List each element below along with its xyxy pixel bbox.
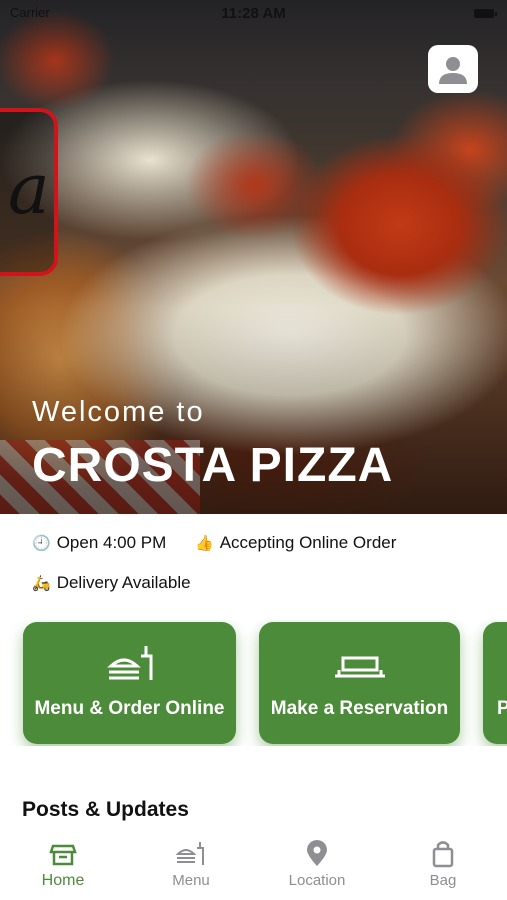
- more-action-label: P: [497, 698, 507, 719]
- logo-glyph: a: [8, 148, 50, 230]
- scooter-icon: 🛵: [32, 575, 51, 592]
- tab-home[interactable]: Home: [0, 832, 126, 900]
- tab-home-label: Home: [41, 872, 85, 889]
- clock-icon: 🕘: [32, 535, 51, 552]
- action-cards: Menu & Order Online Make a Reservation P: [0, 620, 507, 746]
- welcome-text: Welcome to: [32, 396, 205, 428]
- battery-icon: [474, 9, 497, 18]
- open-hours-info: 🕘 Open 4:00 PM: [32, 533, 166, 553]
- location-icon-wrap: [254, 840, 380, 868]
- bag-icon: [432, 841, 454, 868]
- delivery-text: Delivery Available: [56, 573, 191, 592]
- tab-menu[interactable]: Menu: [128, 832, 254, 900]
- menu-order-label: Menu & Order Online: [34, 698, 225, 719]
- bag-icon-wrap: [380, 840, 506, 868]
- home-icon: [49, 844, 77, 866]
- tab-location-label: Location: [288, 872, 346, 889]
- reservation-button[interactable]: Make a Reservation: [259, 622, 460, 744]
- user-icon: [439, 57, 467, 84]
- profile-button[interactable]: [428, 45, 478, 93]
- tab-bag[interactable]: Bag: [380, 832, 506, 900]
- online-order-info: 👍 Accepting Online Order: [195, 533, 396, 553]
- thumbs-up-icon: 👍: [195, 535, 214, 552]
- more-action-button[interactable]: P: [483, 622, 507, 744]
- posts-updates-heading: Posts & Updates: [22, 798, 189, 821]
- online-order-text: Accepting Online Order: [219, 533, 397, 552]
- tab-bag-label: Bag: [429, 872, 457, 889]
- status-time: 11:28 AM: [221, 5, 286, 22]
- menu-order-icon-wrap: [23, 644, 236, 684]
- menu-icon: [175, 842, 204, 865]
- menu-icon-wrap: [128, 840, 254, 868]
- tab-location[interactable]: Location: [254, 832, 380, 900]
- delivery-info: 🛵 Delivery Available: [32, 573, 191, 593]
- restaurant-name: CROSTA PIZZA: [32, 439, 394, 492]
- menu-order-button[interactable]: Menu & Order Online: [23, 622, 236, 744]
- reservation-icon: [335, 656, 385, 678]
- tab-menu-label: Menu: [172, 872, 210, 889]
- open-hours-text: Open 4:00 PM: [56, 533, 167, 552]
- menu-order-icon: [107, 646, 153, 680]
- location-pin-icon: [307, 840, 327, 866]
- restaurant-logo: a: [0, 108, 58, 276]
- reservation-icon-wrap: [259, 644, 460, 684]
- reservation-label: Make a Reservation: [270, 698, 449, 719]
- status-bar: Carrier 11:28 AM: [0, 0, 507, 28]
- tab-bar: Home Menu Location Bag: [0, 832, 507, 900]
- home-icon-wrap: [0, 840, 126, 868]
